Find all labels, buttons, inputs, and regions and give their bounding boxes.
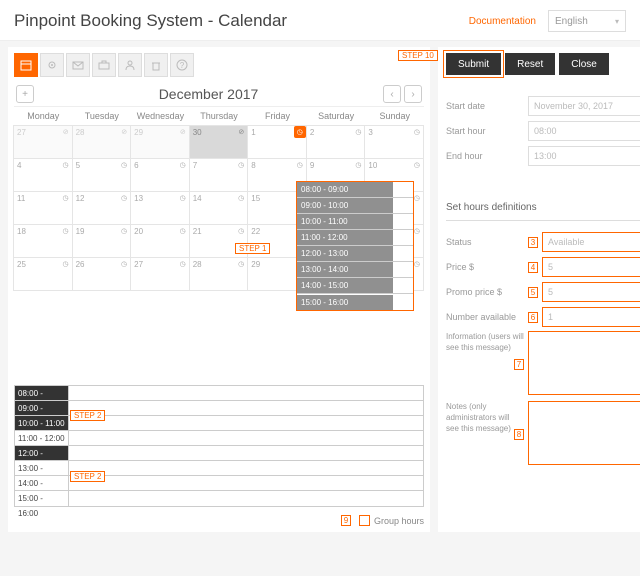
reset-button[interactable]: Reset <box>505 53 555 75</box>
day-cell[interactable]: 26◷ <box>72 257 132 291</box>
step-10-label: STEP 10 <box>398 50 438 61</box>
close-button[interactable]: Close <box>559 53 609 75</box>
popup-hour[interactable]: 08:00 - 09:00 <box>297 182 393 197</box>
day-cell[interactable]: 18◷ <box>13 224 73 258</box>
dow-sat: Saturday <box>307 111 366 121</box>
dow-tue: Tuesday <box>73 111 132 121</box>
hour-row[interactable]: 08:00 - 09:00 <box>15 386 69 400</box>
popup-hour[interactable]: 15:00 - 16:00 <box>297 295 393 310</box>
price-label: Price $ <box>446 262 528 272</box>
page-title: Pinpoint Booking System - Calendar <box>14 11 287 31</box>
next-month-button[interactable]: › <box>404 85 422 103</box>
step-3-num: 3 <box>528 237 538 248</box>
day-cell[interactable]: 5◷ <box>72 158 132 192</box>
step-2-label-a: STEP 2 <box>70 410 105 421</box>
day-cell[interactable]: 4◷ <box>13 158 73 192</box>
day-cell[interactable]: 3◷ <box>364 125 424 159</box>
dow-thu: Thursday <box>190 111 249 121</box>
info-textarea[interactable] <box>528 331 640 395</box>
doc-link[interactable]: Documentation <box>469 16 536 27</box>
day-cell[interactable]: 2◷ <box>306 125 366 159</box>
group-hours-checkbox[interactable] <box>359 515 370 526</box>
section-title: Set hours definitions <box>446 202 537 213</box>
submit-button[interactable]: Submit <box>446 53 501 75</box>
day-cell-prev[interactable]: 30⊘ <box>189 125 249 159</box>
gear-icon[interactable] <box>40 53 64 77</box>
step-8-num: 8 <box>514 429 524 440</box>
users-icon[interactable] <box>118 53 142 77</box>
day-cell[interactable]: 14◷ <box>189 191 249 225</box>
group-hours-label: Group hours <box>374 516 424 526</box>
number-input[interactable]: 1 <box>542 307 640 327</box>
start-date-label: Start date <box>446 101 528 111</box>
hour-row[interactable]: 13:00 - 14:00 <box>15 461 69 475</box>
start-hour-label: Start hour <box>446 126 528 136</box>
help-icon[interactable]: ? <box>170 53 194 77</box>
popup-hour[interactable]: 10:00 - 11:00 <box>297 214 393 229</box>
day-cell-prev[interactable]: 28⊘ <box>72 125 132 159</box>
popup-hour[interactable]: 13:00 - 14:00 <box>297 262 393 277</box>
status-select[interactable]: Available <box>542 232 640 252</box>
day-cell[interactable]: 7◷ <box>189 158 249 192</box>
day-cell[interactable]: 1◷ <box>247 125 307 159</box>
day-cell[interactable]: 25◷ <box>13 257 73 291</box>
status-label: Status <box>446 237 528 247</box>
end-hour-label: End hour <box>446 151 528 161</box>
start-hour-input[interactable]: 08:00 <box>528 121 640 141</box>
end-hour-input[interactable]: 13:00 <box>528 146 640 166</box>
price-input[interactable]: 5 <box>542 257 640 277</box>
mail-icon[interactable] <box>66 53 90 77</box>
calendar-title: December 2017 <box>159 86 259 102</box>
notes-textarea[interactable] <box>528 401 640 465</box>
briefcase-icon[interactable] <box>92 53 116 77</box>
dow-sun: Sunday <box>365 111 424 121</box>
language-select[interactable]: English <box>548 10 626 32</box>
hour-row[interactable]: 12:00 - 13:00 <box>15 446 69 460</box>
hour-row[interactable]: 14:00 - 15:00 <box>15 476 69 490</box>
day-cell[interactable]: 19◷ <box>72 224 132 258</box>
promo-input[interactable]: 5 <box>542 282 640 302</box>
number-label: Number available <box>446 312 528 322</box>
day-cell[interactable]: 20◷ <box>130 224 190 258</box>
popup-hour[interactable]: 12:00 - 13:00 <box>297 246 393 261</box>
dow-wed: Wednesday <box>131 111 190 121</box>
step-5-num: 5 <box>528 287 538 298</box>
hours-popup[interactable]: 08:00 - 09:0009:00 - 10:0010:00 - 11:001… <box>296 181 414 311</box>
dow-mon: Monday <box>14 111 73 121</box>
day-cell[interactable]: 6◷ <box>130 158 190 192</box>
step-4-num: 4 <box>528 262 538 273</box>
dow-fri: Friday <box>248 111 307 121</box>
hour-row[interactable]: 15:00 - 16:00 <box>15 491 69 506</box>
popup-hour[interactable]: 11:00 - 12:00 <box>297 230 393 245</box>
calendar-icon[interactable] <box>14 53 38 77</box>
day-cell-prev[interactable]: 27⊘ <box>13 125 73 159</box>
start-date-input[interactable]: November 30, 2017 <box>528 96 640 116</box>
hour-row[interactable]: 09:00 - 10:00 <box>15 401 69 415</box>
day-cell[interactable]: 12◷ <box>72 191 132 225</box>
step-6-num: 6 <box>528 312 538 323</box>
svg-text:?: ? <box>180 61 185 70</box>
day-cell[interactable]: 11◷ <box>13 191 73 225</box>
trash-icon[interactable] <box>144 53 168 77</box>
day-cell[interactable]: 13◷ <box>130 191 190 225</box>
add-month-button[interactable]: + <box>16 85 34 103</box>
popup-hour[interactable]: 14:00 - 15:00 <box>297 278 393 293</box>
step-9-num: 9 <box>341 515 351 526</box>
hour-row[interactable]: 10:00 - 11:00 <box>15 416 69 430</box>
day-cell-prev[interactable]: 29⊘ <box>130 125 190 159</box>
hour-row[interactable]: 11:00 - 12:00 <box>15 431 69 445</box>
step-7-num: 7 <box>514 359 524 370</box>
promo-label: Promo price $ <box>446 287 528 297</box>
day-cell[interactable]: 27◷ <box>130 257 190 291</box>
step-1-label: STEP 1 <box>235 243 270 254</box>
popup-hour[interactable]: 09:00 - 10:00 <box>297 198 393 213</box>
step-2-label-b: STEP 2 <box>70 471 105 482</box>
day-cell[interactable]: 28◷ <box>189 257 249 291</box>
prev-month-button[interactable]: ‹ <box>383 85 401 103</box>
